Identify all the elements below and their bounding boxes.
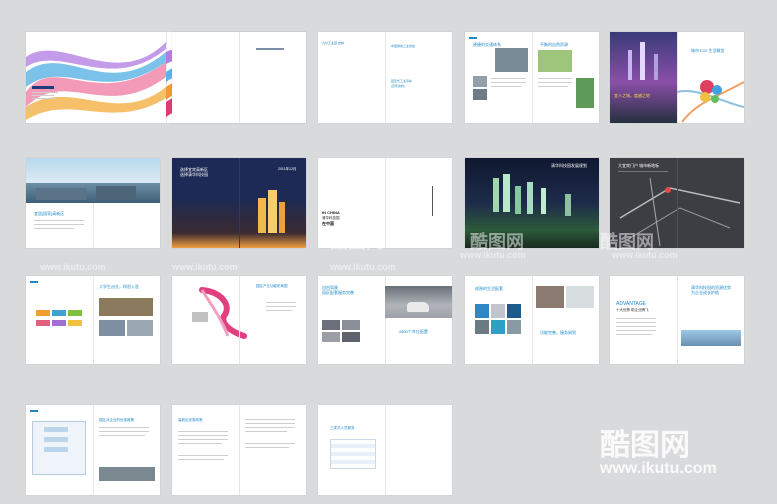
spread-title-2: 选择清华科技园 bbox=[180, 172, 208, 177]
section-heading: 园区产业功能布局图 bbox=[256, 284, 288, 288]
spread-lifestyle[interactable]: 成熟的生活配套 功能完善，服务周到 bbox=[465, 276, 599, 364]
brand-logo-small bbox=[32, 86, 54, 89]
contents-title-3: [宣传资料] bbox=[391, 84, 405, 88]
photo bbox=[576, 78, 594, 108]
color-ribbon-graphic bbox=[26, 42, 166, 120]
spread-enterprise-policy[interactable]: 园区对企业的优惠政策 bbox=[26, 405, 160, 495]
caption: 宜人之城，度越之地 bbox=[614, 93, 650, 98]
watermark-brand: 酷图网 bbox=[600, 429, 690, 462]
date-title: 2011年12月 bbox=[278, 167, 297, 171]
advantage-title: ADVANTAGE bbox=[616, 301, 647, 307]
spread-in-china[interactable]: IN CHINA 清华科技园 在中国 bbox=[318, 158, 452, 248]
spread-park-plan[interactable]: 清华科技园发展规划 bbox=[465, 158, 599, 248]
spread-parking[interactable]: 自由驾驶 园区配套服务完善 2800个车位配置 bbox=[318, 276, 452, 364]
photo bbox=[495, 48, 528, 72]
photo bbox=[566, 286, 594, 308]
section-heading: 成熟的生活配套 bbox=[475, 286, 503, 291]
watermark-url: www.ikutu.com bbox=[40, 262, 106, 272]
contents-title-2: 固定式工业吊车 bbox=[391, 79, 413, 83]
photo bbox=[473, 89, 487, 100]
section-heading: 便捷的交通体系 bbox=[473, 42, 501, 47]
spread-city-gateway[interactable]: 大宜宾门户 城市新地标 bbox=[610, 158, 744, 248]
section-heading: 平衡的自然资源 bbox=[540, 42, 568, 47]
caption-heading: 宜居[国家]高新区 bbox=[34, 211, 65, 216]
spread-contents[interactable]: 九州工业园 吉林 中国通信工业协会 固定式工业吊车 [宣传资料] bbox=[318, 32, 452, 123]
photo bbox=[536, 286, 564, 308]
page-text: 九州工业园 吉林 bbox=[322, 41, 344, 45]
watermark-url: www.ikutu.com bbox=[330, 262, 396, 272]
org-chart bbox=[36, 310, 50, 316]
photo bbox=[538, 50, 572, 72]
photo bbox=[99, 298, 153, 316]
spread-industry-layout[interactable]: 园区产业功能布局图 www.ikutu.com bbox=[172, 276, 306, 364]
services-table bbox=[330, 439, 376, 469]
advantage-subtitle: 十大优势 助企业腾飞 bbox=[616, 308, 649, 312]
section-heading: 三类式人员服务 bbox=[330, 426, 355, 430]
spread-high-tech-zone[interactable]: 宜居[国家]高新区 酷图网 bbox=[26, 158, 160, 248]
spread-advantage[interactable]: ADVANTAGE 十大优势 助企业腾飞 清华科技园的资源优势 为企业成长护航 bbox=[610, 276, 744, 364]
section-heading: 为企业成长护航 bbox=[691, 290, 719, 295]
spread-city-life[interactable]: 宜人之城，度越之地 城市TOD 生活概览 bbox=[610, 32, 744, 123]
spread-services[interactable]: 三类式人员服务 bbox=[318, 405, 452, 495]
spread-industry-support[interactable]: 大学生创业，样创入驻 酷图网 bbox=[26, 276, 160, 364]
photo bbox=[473, 76, 487, 87]
section-heading: 园区配套服务完善 bbox=[322, 290, 354, 295]
spread-transport[interactable]: 便捷的交通体系 平衡的自然资源 bbox=[465, 32, 599, 123]
in-china-subtitle: 在中国 bbox=[322, 221, 334, 226]
location-map-graphic bbox=[677, 80, 744, 123]
page-back-cover bbox=[26, 32, 166, 123]
spread-zone-policy[interactable]: 高新区优惠政策 bbox=[172, 405, 306, 495]
watermark-url: www.ikutu.com bbox=[600, 460, 717, 477]
in-china-title: IN CHINA bbox=[322, 210, 340, 215]
contents-title-1: 中国通信工业协会 bbox=[391, 44, 416, 48]
photo bbox=[99, 320, 125, 336]
photo bbox=[681, 330, 741, 346]
photo bbox=[127, 320, 153, 336]
parking-heading: 2800个车位配置 bbox=[399, 329, 428, 334]
spread-choose-park[interactable]: 选择宜宾高新区 选择清华科技园 2011年12月 bbox=[172, 158, 306, 248]
watermark-url: www.ikutu.com bbox=[460, 250, 526, 260]
section-heading: 大学生创业，样创入驻 bbox=[99, 284, 139, 289]
watermark-url: www.ikutu.com bbox=[172, 262, 238, 272]
spread-flyleaf[interactable] bbox=[172, 32, 306, 123]
park-layout-map bbox=[192, 287, 247, 339]
section-heading: 功能完善，服务周到 bbox=[540, 330, 576, 335]
section-heading: 高新区优惠政策 bbox=[178, 418, 203, 422]
watermark-url: www.ikutu.com bbox=[612, 250, 678, 260]
photo bbox=[99, 467, 155, 481]
section-heading: 园区对企业的优惠政策 bbox=[99, 418, 134, 422]
photo-grid bbox=[322, 320, 340, 330]
render-title: 清华科技园发展规划 bbox=[551, 163, 587, 168]
